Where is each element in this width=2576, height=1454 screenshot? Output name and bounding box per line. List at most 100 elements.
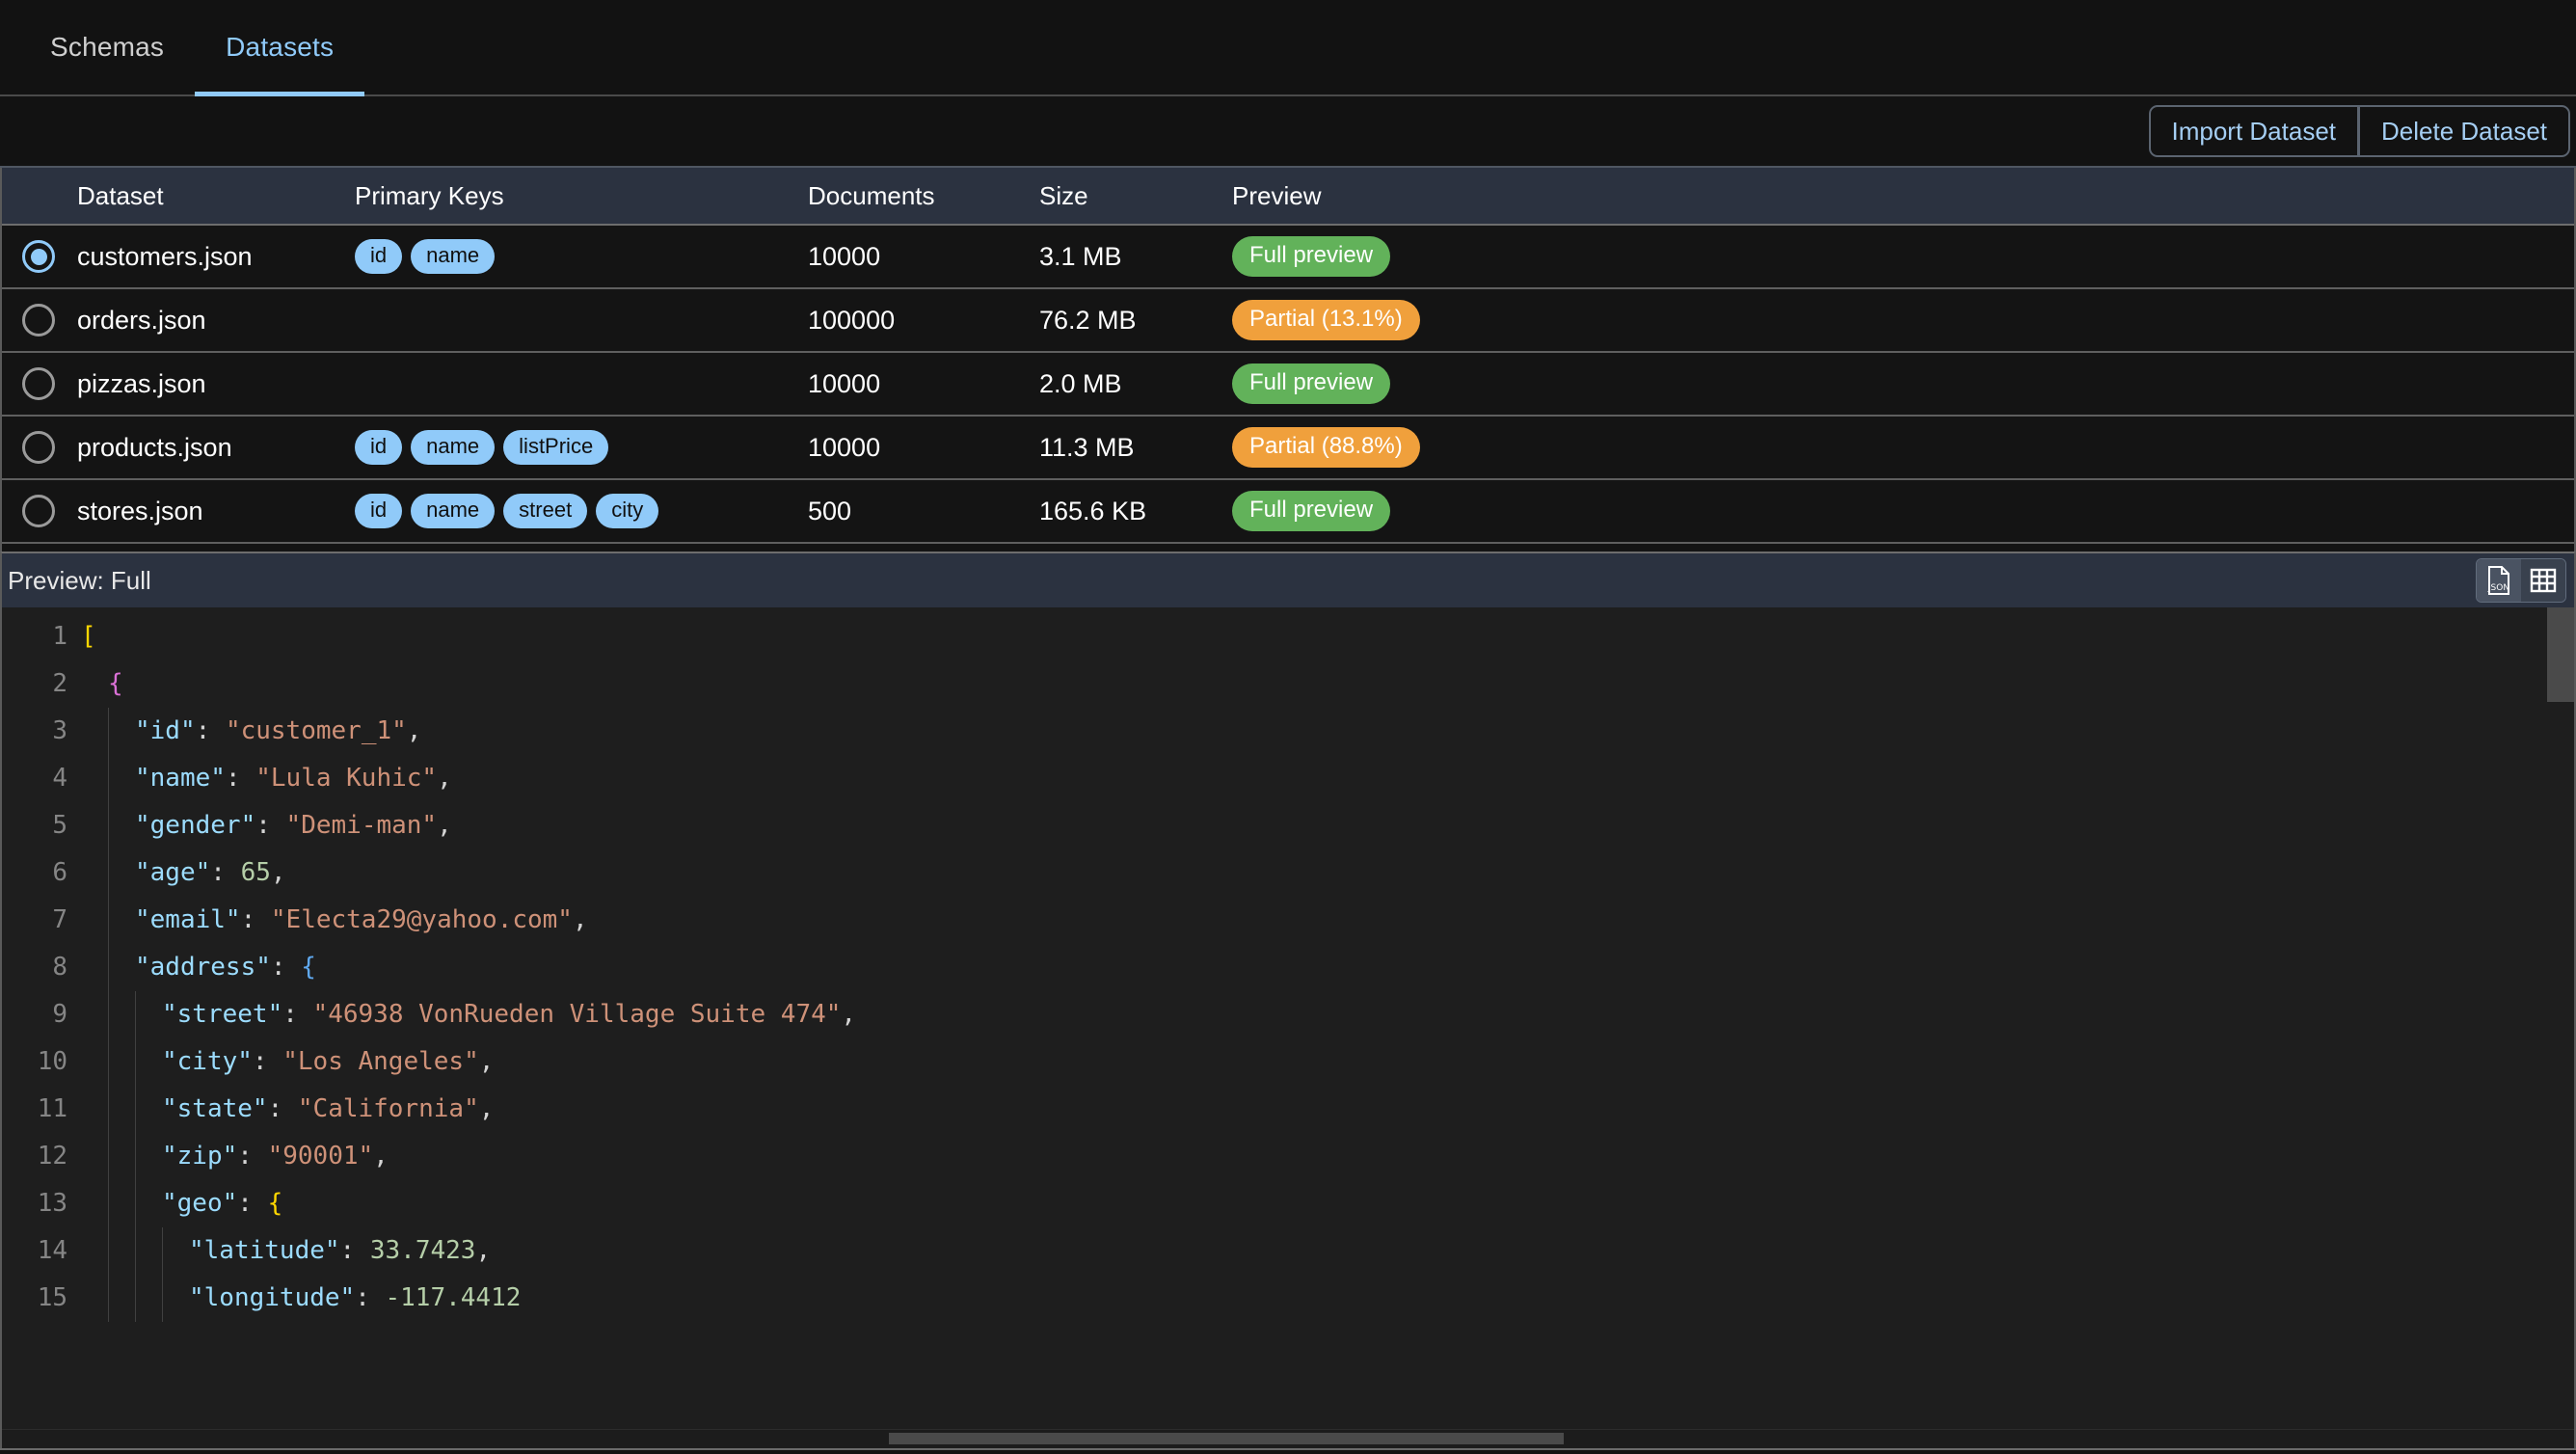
indent-guide <box>81 1275 108 1322</box>
table-body: customers.json id name 10000 3.1 MB Full prev… <box>2 226 2574 544</box>
header-primary-keys: Primary Keys <box>355 180 504 210</box>
preview-title: Preview: Full <box>8 565 151 595</box>
code-token: "California" <box>297 1094 479 1123</box>
dataset-radio[interactable] <box>2 304 75 337</box>
code-token: "street" <box>162 1000 283 1029</box>
line-number: 9 <box>52 1000 67 1029</box>
dataset-name: stores.json <box>77 496 203 525</box>
preview-cell: Full preview <box>1232 491 2574 531</box>
code-horizontal-scrollbar-thumb[interactable] <box>889 1433 1564 1444</box>
primary-keys-cell: id name listPrice <box>355 430 808 465</box>
code-horizontal-scrollbar[interactable] <box>2 1429 2574 1448</box>
radio-selected-icon[interactable] <box>22 240 55 273</box>
indent-guide <box>108 944 135 991</box>
header-size: Size <box>1039 180 1088 210</box>
table-row[interactable]: stores.json id name street city 500 165.6 KB Fu… <box>2 480 2574 544</box>
code-line: "geo": { <box>81 1180 2574 1227</box>
indent-guide <box>135 1086 162 1133</box>
indent-guide <box>135 1038 162 1086</box>
code-token: : <box>225 764 256 793</box>
code-token: "name" <box>135 764 226 793</box>
preview-header: Preview: Full JSON <box>2 553 2574 607</box>
code-token: [ <box>81 622 96 651</box>
indent-guide <box>108 849 135 897</box>
code-token: -117.4412 <box>385 1283 522 1312</box>
datasets-table: Dataset Primary Keys Documents Size Prev… <box>0 168 2576 552</box>
code-vertical-scrollbar[interactable] <box>2547 607 2574 1429</box>
indent-guide <box>135 1133 162 1180</box>
code-vertical-scrollbar-thumb[interactable] <box>2547 607 2574 702</box>
indent-guide <box>135 991 162 1038</box>
dataset-radio[interactable] <box>2 431 75 464</box>
delete-dataset-button[interactable]: Delete Dataset <box>2359 105 2570 157</box>
indent-guide <box>108 1180 135 1227</box>
table-row[interactable]: customers.json id name 10000 3.1 MB Full prev… <box>2 226 2574 289</box>
preview-cell: Partial (88.8%) <box>1232 427 2574 468</box>
radio-unselected-icon[interactable] <box>22 495 55 527</box>
radio-unselected-icon[interactable] <box>22 367 55 400</box>
code-token: : <box>267 1094 298 1123</box>
code-line: "city": "Los Angeles", <box>81 1038 2574 1086</box>
import-dataset-button[interactable]: Import Dataset <box>2148 105 2360 157</box>
line-number: 8 <box>52 953 67 982</box>
primary-keys-cell: id name <box>355 239 808 274</box>
json-file-icon[interactable]: JSON <box>2477 559 2521 602</box>
table-row[interactable]: orders.json 100000 76.2 MB Partial (13.1%) <box>2 289 2574 353</box>
primary-key-chip: name <box>411 494 496 528</box>
indent-guide <box>108 708 135 755</box>
code-token: "address" <box>135 953 271 982</box>
code-token: "age" <box>135 858 211 887</box>
code-token: , <box>572 905 588 934</box>
dataset-size: 3.1 MB <box>1039 241 1122 271</box>
code-token: , <box>437 811 452 840</box>
dataset-radio[interactable] <box>2 240 75 273</box>
code-token: "latitude" <box>189 1236 340 1265</box>
tab-schemas[interactable]: Schemas <box>19 0 195 94</box>
indent-guide <box>81 1227 108 1275</box>
line-number: 2 <box>52 669 67 698</box>
table-row[interactable]: pizzas.json 10000 2.0 MB Full preview <box>2 353 2574 417</box>
code-token: { <box>267 1189 283 1218</box>
dataset-toolbar: Import Dataset Delete Dataset <box>0 96 2576 168</box>
indent-guide <box>108 991 135 1038</box>
preview-status-badge: Full preview <box>1232 364 1391 404</box>
table-row[interactable]: products.json id name listPrice 10000 11.3 MB… <box>2 417 2574 480</box>
table-header-row: Dataset Primary Keys Documents Size Prev… <box>2 168 2574 226</box>
table-grid-icon[interactable] <box>2521 559 2565 602</box>
code-token: , <box>478 1047 495 1076</box>
dataset-radio[interactable] <box>2 367 75 400</box>
indent-guide <box>108 1133 135 1180</box>
dataset-radio[interactable] <box>2 495 75 527</box>
code-token: "gender" <box>135 811 256 840</box>
radio-unselected-icon[interactable] <box>22 304 55 337</box>
code-line: "state": "California", <box>81 1086 2574 1133</box>
code-token: : <box>270 953 302 982</box>
tab-schemas-label: Schemas <box>50 32 165 62</box>
json-code-viewer[interactable]: 1 2 3 4 5 6 7 8 9 10 11 12 13 14 15 [{"id": "customer_… <box>2 607 2574 1429</box>
preview-cell: Full preview <box>1232 364 2574 404</box>
indent-guide <box>162 1275 189 1322</box>
documents-count: 10000 <box>808 368 881 398</box>
code-token: : <box>237 1189 268 1218</box>
line-number: 6 <box>52 858 67 887</box>
code-token: "90001" <box>267 1142 374 1171</box>
code-token: : <box>240 905 271 934</box>
preview-cell: Full preview <box>1232 236 2574 277</box>
primary-key-chip: name <box>411 239 496 274</box>
documents-count: 10000 <box>808 241 881 271</box>
line-number: 12 <box>37 1142 67 1171</box>
tab-datasets[interactable]: Datasets <box>195 0 365 96</box>
code-token: 65 <box>240 858 271 887</box>
radio-unselected-icon[interactable] <box>22 431 55 464</box>
code-line: "age": 65, <box>81 849 2574 897</box>
code-token: , <box>437 764 452 793</box>
primary-key-chip: street <box>503 494 588 528</box>
line-number: 10 <box>37 1047 67 1076</box>
header-preview: Preview <box>1232 180 1322 210</box>
indent-guide <box>81 755 108 802</box>
documents-count: 100000 <box>808 305 896 335</box>
indent-guide <box>108 755 135 802</box>
line-number: 4 <box>52 764 67 793</box>
indent-guide <box>108 802 135 849</box>
code-line: "name": "Lula Kuhic", <box>81 755 2574 802</box>
